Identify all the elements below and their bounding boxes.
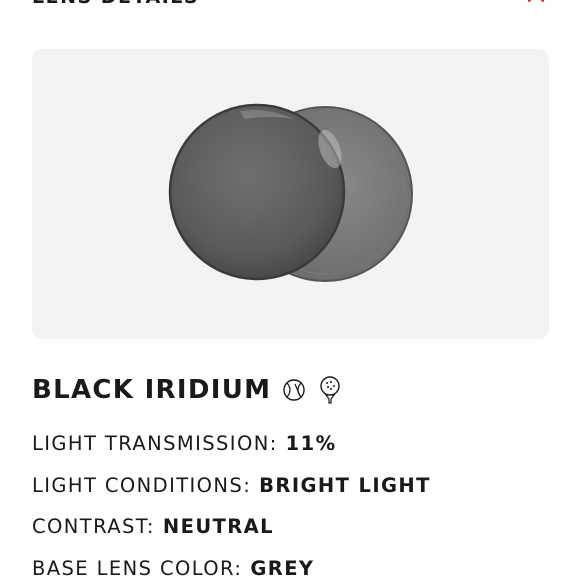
lens-details-panel: LENS DETAILS — [0, 0, 580, 580]
spec-label: LIGHT TRANSMISSION: — [32, 432, 278, 455]
baseball-icon — [281, 375, 307, 405]
lens-image-card — [32, 49, 549, 339]
spec-value: NEUTRAL — [162, 515, 274, 538]
lens-name-row: BLACK IRIDIUM — [32, 372, 343, 408]
spec-light-transmission: LIGHT TRANSMISSION: 11% — [32, 432, 337, 455]
spec-base-lens-color: BASE LENS COLOR: GREY — [32, 557, 314, 580]
spec-label: LIGHT CONDITIONS: — [32, 474, 252, 497]
lens-image — [168, 103, 413, 282]
spec-value: GREY — [250, 557, 315, 580]
panel-header: LENS DETAILS — [32, 0, 548, 10]
close-icon — [528, 0, 544, 2]
lens-front-disc — [168, 103, 346, 281]
golf-icon — [317, 375, 343, 405]
spec-value: BRIGHT LIGHT — [259, 474, 431, 497]
lens-name: BLACK IRIDIUM — [32, 375, 272, 405]
panel-title: LENS DETAILS — [32, 0, 199, 8]
close-button[interactable] — [524, 0, 548, 6]
spec-label: BASE LENS COLOR: — [32, 557, 243, 580]
spec-value: 11% — [285, 432, 337, 455]
spec-contrast: CONTRAST: NEUTRAL — [32, 515, 274, 538]
spec-light-conditions: LIGHT CONDITIONS: BRIGHT LIGHT — [32, 474, 431, 497]
spec-label: CONTRAST: — [32, 515, 155, 538]
